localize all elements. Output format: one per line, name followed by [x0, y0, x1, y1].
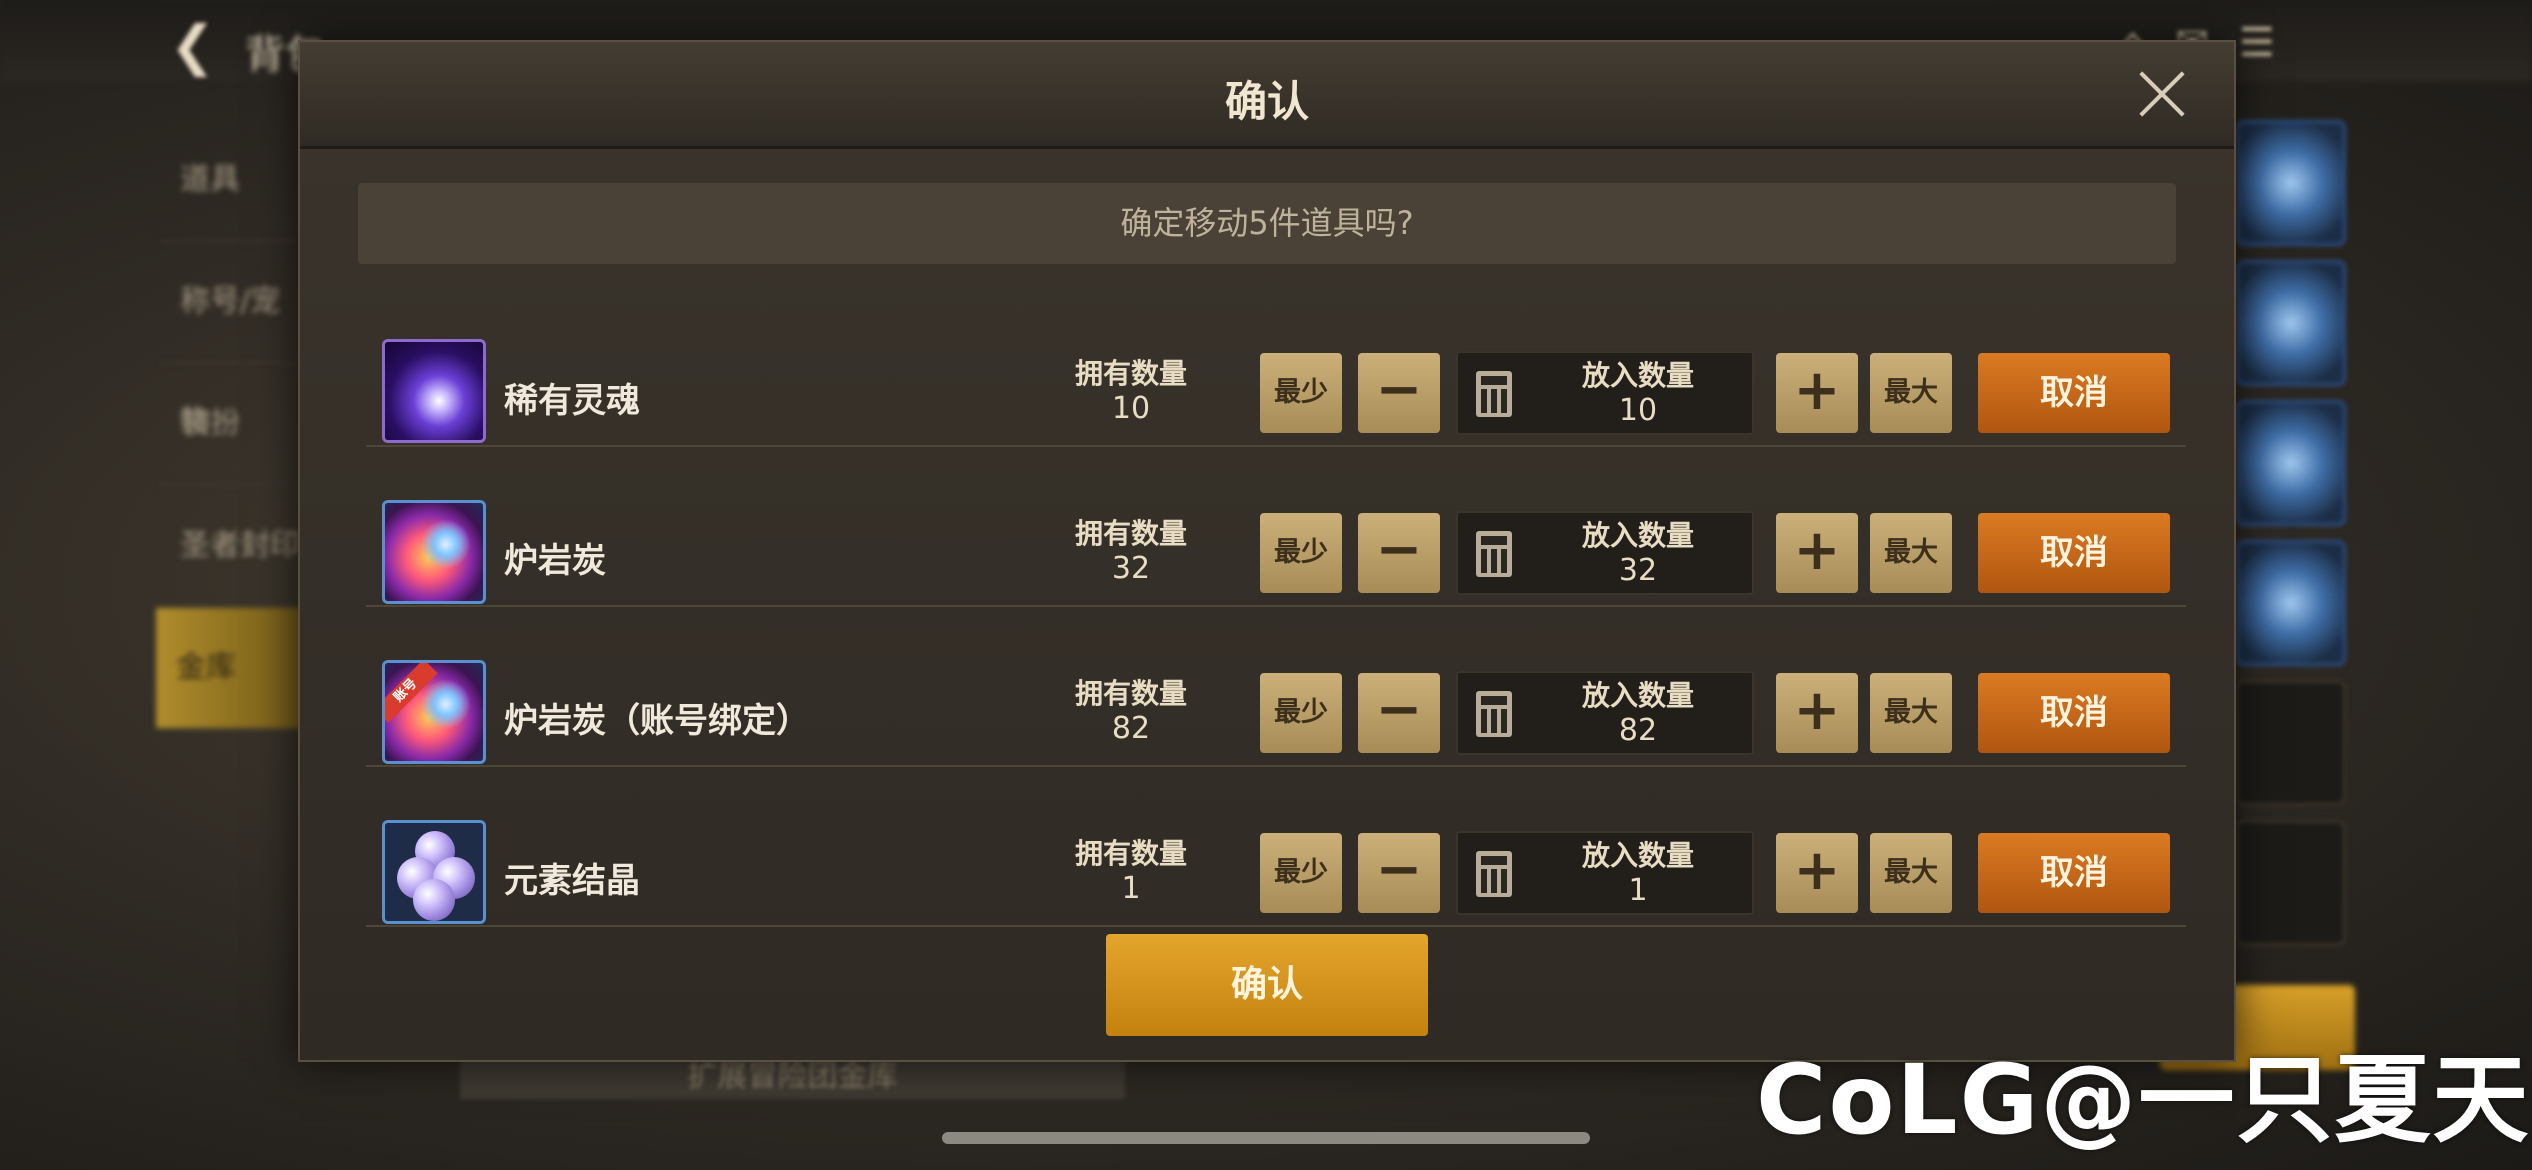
watermark: CoLG@一只夏天: [1756, 1044, 2531, 1156]
minus-button[interactable]: −: [1358, 673, 1440, 753]
lava-charcoal-icon: [382, 500, 486, 604]
min-button[interactable]: 最少: [1260, 833, 1342, 913]
owned-label: 拥有数量: [1074, 357, 1187, 390]
plus-button[interactable]: +: [1776, 353, 1858, 433]
minus-button[interactable]: −: [1358, 513, 1440, 593]
dialog-title: 确认: [1224, 77, 1309, 126]
owned-value: 82: [1111, 711, 1151, 746]
put-value: 10: [1618, 393, 1658, 428]
list-item: 元素结晶 拥有数量 1 最少 − 放入数量 1 + 最大 取消: [366, 767, 2186, 927]
max-button[interactable]: 最大: [1870, 833, 1952, 913]
background-sidebar-item-active: 金库: [156, 608, 310, 730]
background-sidebar: 道具 称号/宠物 装扮 圣者封印 金库: [156, 120, 310, 920]
rare-soul-icon: [382, 339, 486, 443]
background-sidebar-item: 道具: [160, 120, 310, 242]
put-label: 放入数量: [1581, 839, 1694, 872]
calculator-icon[interactable]: [1476, 531, 1512, 577]
cancel-button[interactable]: 取消: [1978, 353, 2170, 433]
min-button[interactable]: 最少: [1260, 673, 1342, 753]
item-list: 稀有灵魂 拥有数量 10 最少 − 放入数量 10 + 最大 取消 炉岩炭 拥有…: [366, 287, 2186, 927]
put-label: 放入数量: [1581, 359, 1694, 392]
put-value: 32: [1618, 553, 1658, 588]
background-slot: [2236, 680, 2346, 806]
background-slot: [2236, 820, 2346, 946]
background-inventory-column: [2236, 120, 2346, 960]
plus-button[interactable]: +: [1776, 513, 1858, 593]
calculator-icon[interactable]: [1476, 851, 1512, 897]
owned-label: 拥有数量: [1074, 517, 1187, 550]
background-slot: [2236, 120, 2346, 246]
cancel-button[interactable]: 取消: [1978, 833, 2170, 913]
owned-count: 拥有数量 1: [1058, 837, 1204, 907]
home-indicator[interactable]: [942, 1132, 1590, 1144]
quantity-field[interactable]: 放入数量 10: [1456, 351, 1754, 435]
calculator-icon[interactable]: [1476, 691, 1512, 737]
max-button[interactable]: 最大: [1870, 673, 1952, 753]
list-item: 账号 炉岩炭（账号绑定） 拥有数量 82 最少 − 放入数量 82 + 最大 取…: [366, 607, 2186, 767]
list-item: 炉岩炭 拥有数量 32 最少 − 放入数量 32 + 最大 取消: [366, 447, 2186, 607]
background-sidebar-item: 圣者封印: [160, 486, 310, 608]
quantity-field[interactable]: 放入数量 32: [1456, 511, 1754, 595]
close-icon[interactable]: [2134, 66, 2190, 122]
minus-button[interactable]: −: [1358, 833, 1440, 913]
back-arrow-icon: ❮: [170, 14, 216, 77]
quantity-field[interactable]: 放入数量 82: [1456, 671, 1754, 755]
owned-label: 拥有数量: [1074, 677, 1187, 710]
min-button[interactable]: 最少: [1260, 353, 1342, 433]
calculator-icon[interactable]: [1476, 371, 1512, 417]
dialog-header: 确认: [300, 42, 2234, 149]
put-value: 1: [1628, 873, 1648, 908]
quantity-field[interactable]: 放入数量 1: [1456, 831, 1754, 915]
item-name: 炉岩炭: [504, 541, 606, 581]
owned-count: 拥有数量 82: [1058, 677, 1204, 747]
cancel-button[interactable]: 取消: [1978, 673, 2170, 753]
item-name: 炉岩炭（账号绑定）: [504, 701, 810, 741]
plus-button[interactable]: +: [1776, 673, 1858, 753]
owned-count: 拥有数量 10: [1058, 357, 1204, 427]
plus-button[interactable]: +: [1776, 833, 1858, 913]
max-button[interactable]: 最大: [1870, 513, 1952, 593]
minus-button[interactable]: −: [1358, 353, 1440, 433]
owned-value: 32: [1111, 551, 1151, 586]
dialog-message: 确定移动5件道具吗?: [358, 183, 2176, 264]
put-label: 放入数量: [1581, 679, 1694, 712]
background-sidebar-item: 称号/宠物: [160, 242, 310, 439]
item-name: 元素结晶: [504, 861, 640, 901]
put-value: 82: [1618, 713, 1658, 748]
background-slot: [2236, 540, 2346, 666]
min-button[interactable]: 最少: [1260, 513, 1342, 593]
list-item: 稀有灵魂 拥有数量 10 最少 − 放入数量 10 + 最大 取消: [366, 287, 2186, 447]
max-button[interactable]: 最大: [1870, 353, 1952, 433]
background-sidebar-item: 装扮: [160, 364, 310, 486]
cancel-button[interactable]: 取消: [1978, 513, 2170, 593]
put-label: 放入数量: [1581, 519, 1694, 552]
item-name: 稀有灵魂: [504, 381, 640, 421]
owned-label: 拥有数量: [1074, 837, 1187, 870]
owned-value: 10: [1111, 391, 1151, 426]
owned-value: 1: [1121, 871, 1141, 906]
confirm-button[interactable]: 确认: [1106, 934, 1428, 1036]
background-slot: [2236, 260, 2346, 386]
background-slot: [2236, 400, 2346, 526]
confirm-dialog: 确认 确定移动5件道具吗? 稀有灵魂 拥有数量 10 最少 − 放入数量 10 …: [298, 40, 2236, 1062]
lava-charcoal-bound-icon: 账号: [382, 660, 486, 764]
owned-count: 拥有数量 32: [1058, 517, 1204, 587]
element-crystal-icon: [382, 820, 486, 924]
